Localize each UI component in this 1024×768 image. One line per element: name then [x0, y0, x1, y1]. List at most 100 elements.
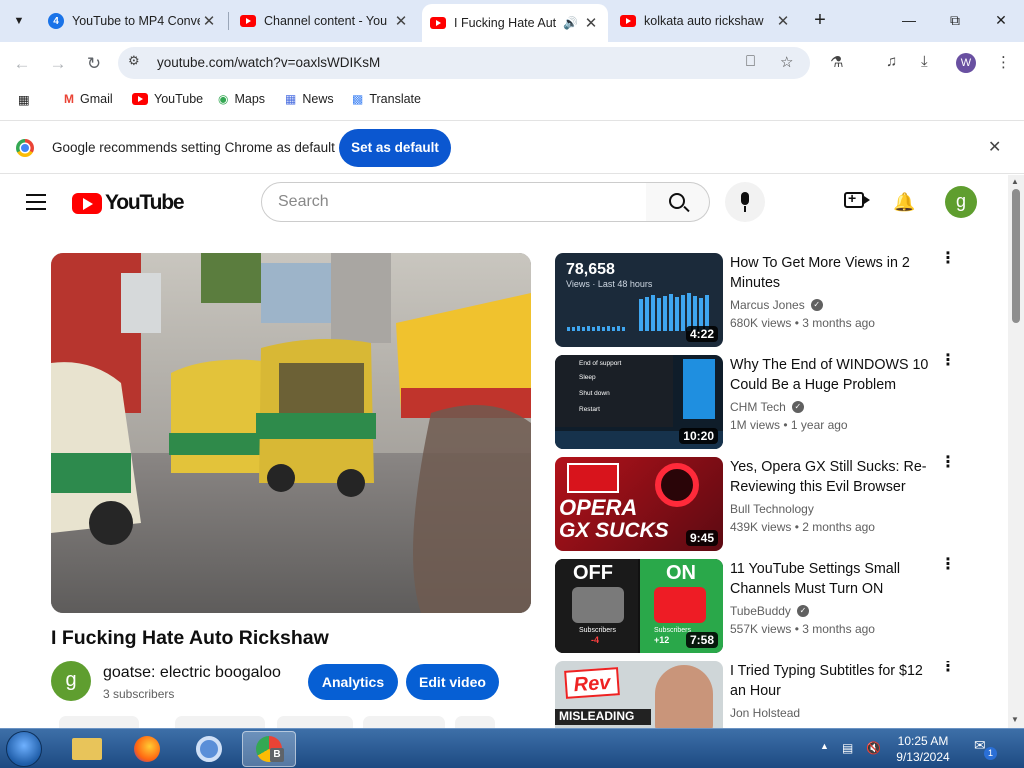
scroll-up-arrow-icon[interactable]: ▲: [1011, 177, 1019, 186]
recommendation-title[interactable]: 11 YouTube Settings Small Channels Must …: [730, 559, 935, 599]
chromium-taskbar-button[interactable]: [182, 731, 236, 767]
recommendation-channel[interactable]: Marcus Jones ✓: [730, 298, 823, 312]
more-options-icon[interactable]: ⋮: [940, 353, 956, 369]
reload-button[interactable]: ↻: [80, 50, 108, 78]
bookmark-label: Translate: [369, 92, 421, 106]
minimize-button[interactable]: —: [887, 6, 931, 34]
back-button[interactable]: ←: [8, 50, 36, 78]
more-options-icon[interactable]: ⋮: [940, 251, 956, 267]
clock[interactable]: 10:25 AM 9/13/2024: [880, 733, 966, 765]
close-icon[interactable]: ✕: [582, 14, 600, 32]
forward-button[interactable]: →: [44, 50, 72, 78]
install-app-icon[interactable]: ⎕: [746, 53, 755, 70]
close-icon[interactable]: ✕: [392, 12, 410, 30]
recommendation-item[interactable]: 78,658 Views · Last 48 hours 4:22 How To…: [555, 251, 965, 347]
news-icon: ▦: [285, 92, 297, 106]
chrome-taskbar-button[interactable]: B: [242, 731, 296, 767]
bookmark-label: News: [302, 92, 334, 106]
labs-flask-icon[interactable]: ⚗: [830, 53, 843, 71]
set-as-default-button[interactable]: Set as default: [339, 129, 451, 167]
address-bar[interactable]: ⚙ youtube.com/watch?v=oaxlsWDIKsM ⎕ ☆: [118, 47, 810, 79]
recommendation-title[interactable]: I Tried Typing Subtitles for $12 an Hour: [730, 661, 935, 701]
video-thumbnail[interactable]: Rev MISLEADING: [555, 661, 723, 728]
page-scrollbar[interactable]: ▲ ▼: [1008, 175, 1024, 728]
close-icon[interactable]: ✕: [774, 12, 792, 30]
tab-channel-content[interactable]: Channel content - You ✕: [232, 6, 418, 36]
tab-search-button[interactable]: ▼: [6, 8, 32, 34]
browser-toolbar: ← → ↻ ⚙ youtube.com/watch?v=oaxlsWDIKsM …: [0, 42, 1024, 84]
tab-youtube-to-mp4[interactable]: 4 YouTube to MP4 Conve ✕: [40, 6, 226, 36]
recommendation-item[interactable]: OPERA GX SUCKS 9:45 Yes, Opera GX Still …: [555, 455, 965, 551]
view-count: 1M views: [730, 418, 781, 432]
recommendation-channel[interactable]: TubeBuddy ✓: [730, 604, 809, 618]
tab-active-video[interactable]: I Fucking Hate Aut 🔊 ✕: [422, 4, 608, 42]
show-hidden-icons-icon[interactable]: ▲: [820, 741, 829, 751]
recommendation-title[interactable]: How To Get More Views in 2 Minutes: [730, 253, 935, 293]
network-icon[interactable]: ▤: [842, 741, 853, 755]
create-video-icon[interactable]: [844, 190, 870, 208]
new-tab-button[interactable]: +: [808, 9, 832, 33]
bookmark-translate[interactable]: ▩ Translate: [352, 92, 421, 106]
recommendation-item[interactable]: Rev MISLEADING I Tried Typing Subtitles …: [555, 661, 965, 728]
media-control-icon[interactable]: ♫: [886, 53, 897, 70]
bookmark-news[interactable]: ▦ News: [285, 92, 334, 106]
more-options-icon[interactable]: ⋮: [940, 455, 956, 471]
channel-name[interactable]: goatse: electric boogaloo: [103, 664, 281, 682]
recommendation-channel[interactable]: CHM Tech ✓: [730, 400, 804, 414]
kebab-menu-icon[interactable]: ⋮: [996, 53, 1011, 71]
menu-icon[interactable]: [26, 194, 46, 215]
bookmark-gmail[interactable]: M Gmail: [64, 92, 113, 106]
tab-kolkata-rickshaw[interactable]: kolkata auto rickshaw ✕: [612, 6, 800, 36]
thumb-brand-logo: Rev: [564, 667, 620, 699]
scroll-down-arrow-icon[interactable]: ▼: [1011, 715, 1019, 724]
close-icon[interactable]: ✕: [200, 12, 218, 30]
speaker-icon[interactable]: 🔊: [563, 16, 578, 30]
recommendation-item[interactable]: End of support Sleep Shut down Restart 1…: [555, 353, 965, 449]
bookmark-maps[interactable]: ◉ Maps: [218, 92, 265, 106]
tab-strip: ▼ 4 YouTube to MP4 Conve ✕ Channel conte…: [0, 0, 1024, 42]
recommendation-channel[interactable]: Bull Technology: [730, 502, 814, 516]
analytics-button[interactable]: Analytics: [308, 664, 398, 700]
site-info-icon[interactable]: ⚙: [128, 53, 140, 69]
restore-button[interactable]: ⧉: [933, 6, 977, 34]
profile-avatar[interactable]: W: [956, 53, 976, 73]
channel-avatar[interactable]: g: [51, 661, 91, 701]
video-thumbnail[interactable]: OPERA GX SUCKS 9:45: [555, 457, 723, 551]
search-input[interactable]: [261, 182, 647, 222]
recommendation-title[interactable]: Yes, Opera GX Still Sucks: Re-Reviewing …: [730, 457, 935, 497]
account-avatar[interactable]: g: [945, 186, 977, 218]
file-explorer-taskbar-button[interactable]: [60, 731, 114, 767]
more-options-icon[interactable]: ⋮: [940, 557, 956, 573]
youtube-icon: [132, 93, 148, 105]
recommendation-item[interactable]: OFF Subscribers -4 ON Subscribers +12 7:…: [555, 557, 965, 653]
url-text[interactable]: youtube.com/watch?v=oaxlsWDIKsM: [157, 55, 380, 70]
video-thumbnail[interactable]: 78,658 Views · Last 48 hours 4:22: [555, 253, 723, 347]
firefox-taskbar-button[interactable]: [120, 731, 174, 767]
gear-icon: [654, 587, 706, 623]
voice-search-button[interactable]: [725, 182, 765, 222]
recommendation-title[interactable]: Why The End of WINDOWS 10 Could Be a Hug…: [730, 355, 935, 395]
video-thumbnail[interactable]: OFF Subscribers -4 ON Subscribers +12 7:…: [555, 559, 723, 653]
notifications-bell-icon[interactable]: 🔔: [893, 192, 915, 213]
more-options-icon[interactable]: ⋮: [940, 661, 956, 675]
apps-grid-icon[interactable]: ▦: [18, 92, 30, 107]
recommendation-channel[interactable]: Jon Holstead: [730, 706, 800, 720]
edit-video-button[interactable]: Edit video: [406, 664, 499, 700]
close-icon[interactable]: ✕: [988, 137, 1001, 157]
youtube-logo[interactable]: YouTube: [72, 191, 185, 215]
start-button[interactable]: [6, 731, 42, 767]
thumb-accent-bar: [683, 359, 715, 419]
thumb-text: +12: [654, 635, 670, 645]
download-icon[interactable]: ⤓: [921, 53, 928, 70]
scroll-thumb[interactable]: [1012, 189, 1020, 323]
bookmark-star-icon[interactable]: ☆: [780, 53, 793, 71]
video-player[interactable]: [51, 253, 531, 613]
window-close-button[interactable]: ✕: [979, 6, 1023, 34]
verified-badge-icon: ✓: [810, 299, 823, 311]
search-button[interactable]: [646, 182, 710, 222]
video-thumbnail[interactable]: End of support Sleep Shut down Restart 1…: [555, 355, 723, 449]
bookmark-youtube[interactable]: YouTube: [132, 92, 203, 106]
bookmark-label: YouTube: [154, 92, 204, 106]
recommendation-meta: 1M views • 1 year ago: [730, 418, 848, 432]
volume-muted-icon[interactable]: 🔇: [866, 741, 881, 755]
